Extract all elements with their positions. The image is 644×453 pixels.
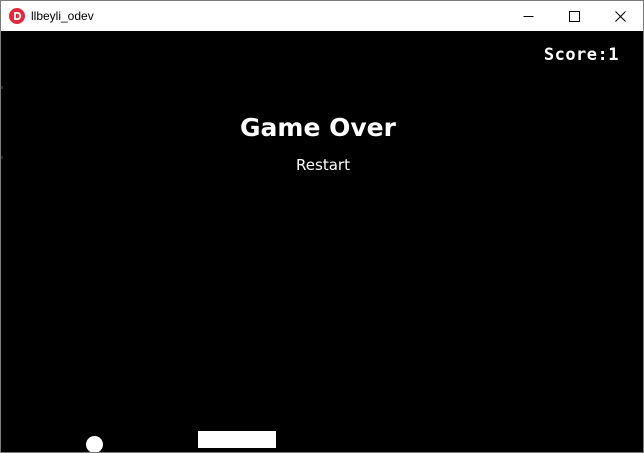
game-canvas[interactable]: Score:1 Game Over Restart <box>1 31 643 452</box>
game-over-title: Game Over <box>240 113 396 142</box>
maximize-icon <box>568 10 580 22</box>
title-bar[interactable]: llbeyli_odev <box>1 1 643 31</box>
app-window: llbeyli_odev Score:1 Game Over Restart <box>0 0 644 453</box>
paddle[interactable] <box>198 431 276 448</box>
close-icon <box>614 10 626 22</box>
maximize-button[interactable] <box>551 1 597 31</box>
minimize-icon <box>523 15 533 17</box>
canvas-edge-mark <box>1 86 3 89</box>
minimize-button[interactable] <box>505 1 551 31</box>
app-logo-d-icon <box>9 8 25 24</box>
window-title: llbeyli_odev <box>31 9 94 23</box>
ball <box>86 436 103 452</box>
score-display: Score:1 <box>543 45 619 65</box>
close-button[interactable] <box>597 1 643 31</box>
restart-row: Restart <box>1 156 643 174</box>
restart-button[interactable]: Restart <box>296 156 350 174</box>
